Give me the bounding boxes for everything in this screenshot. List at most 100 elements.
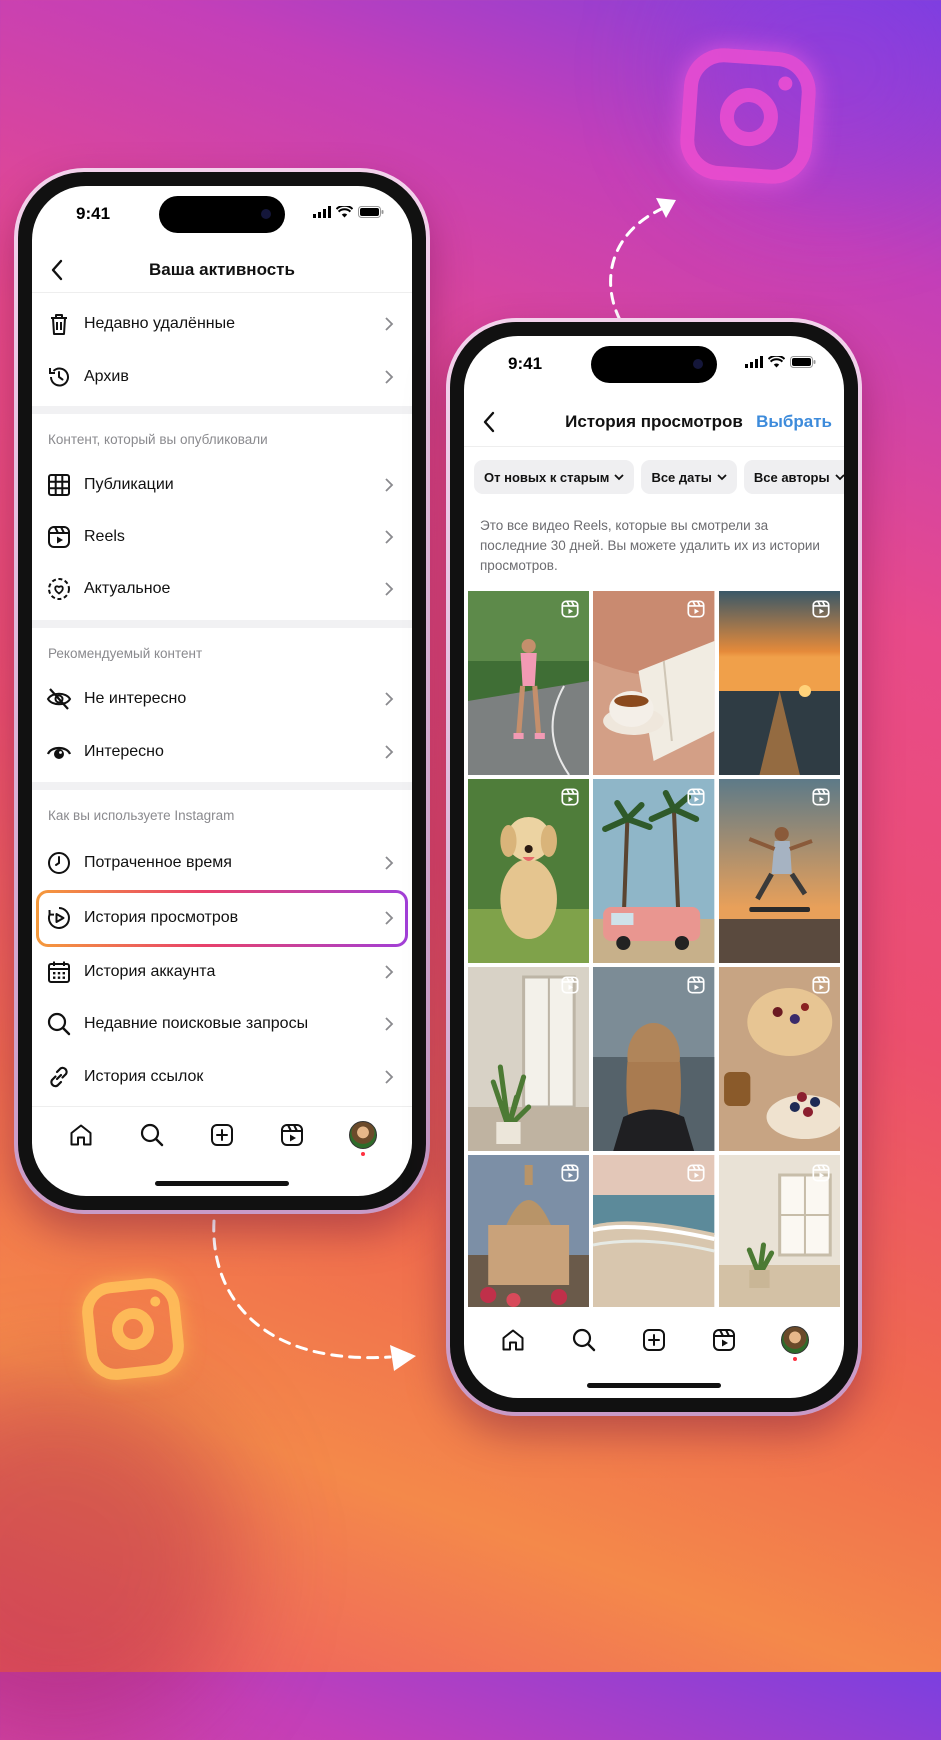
calendar-icon (48, 961, 70, 983)
chevron-right-icon (385, 856, 394, 870)
reel-thumbnail[interactable] (718, 1155, 840, 1307)
reels-icon (561, 1164, 579, 1182)
section-divider (32, 620, 412, 628)
menu-item-recent-searches[interactable]: Недавние поисковые запросы (32, 998, 412, 1050)
menu-item-link-history[interactable]: История ссылок (32, 1051, 412, 1103)
status-icons (313, 206, 384, 218)
trash-icon (51, 314, 67, 335)
status-time: 9:41 (76, 204, 111, 223)
menu-item-not-interested[interactable]: Не интересно (32, 673, 412, 725)
tab-profile[interactable] (780, 1326, 809, 1361)
reel-thumbnail[interactable] (718, 967, 840, 1151)
wifi-icon (768, 356, 785, 368)
dashed-arrow-bottom (212, 1219, 416, 1371)
author-filter-dropdown[interactable]: Все авторы (743, 460, 844, 494)
tab-create[interactable] (208, 1121, 236, 1149)
chip-label: Все даты (651, 469, 712, 485)
reels-icon (687, 788, 705, 806)
menu-item-label: Потраченное время (84, 854, 232, 871)
status-time: 9:41 (508, 354, 543, 373)
date-filter-dropdown[interactable]: Все даты (641, 460, 737, 494)
tab-reels[interactable] (710, 1326, 738, 1354)
menu-item-posts[interactable]: Публикации (32, 459, 412, 511)
reel-thumbnail[interactable] (593, 591, 715, 775)
chevron-right-icon (385, 745, 394, 759)
eye-off-icon (46, 688, 72, 710)
sort-filter-dropdown[interactable]: От новых к старым (474, 460, 635, 494)
reel-thumbnail[interactable] (718, 779, 840, 963)
menu-item-highlights[interactable]: Актуальное (32, 563, 412, 615)
tab-home[interactable] (499, 1326, 527, 1354)
dynamic-island (591, 346, 717, 383)
chevron-right-icon (385, 911, 394, 925)
chevron-right-icon (385, 370, 394, 384)
chevron-left-icon (483, 411, 495, 433)
home-indicator (587, 1383, 721, 1388)
reel-thumbnail[interactable] (468, 1155, 590, 1307)
notification-dot (792, 1357, 797, 1361)
section-divider (32, 782, 412, 790)
tab-home[interactable] (67, 1121, 95, 1149)
reel-thumbnail[interactable] (468, 591, 590, 775)
reel-thumbnail[interactable] (593, 779, 715, 963)
section-divider (32, 406, 412, 414)
dynamic-island (159, 196, 285, 233)
chevron-down-icon (834, 473, 844, 480)
back-button[interactable] (476, 409, 502, 435)
tab-reels[interactable] (278, 1121, 306, 1149)
instagram-logo-top (677, 45, 819, 187)
select-button[interactable]: Выбрать (756, 412, 832, 432)
reel-thumbnail[interactable] (468, 967, 590, 1151)
create-icon (210, 1123, 233, 1146)
reels-icon (687, 1164, 705, 1182)
reels-icon (48, 526, 70, 548)
chevron-right-icon (385, 582, 394, 596)
battery-icon (358, 206, 384, 218)
activity-header: Ваша активность (32, 247, 412, 293)
reels-icon (561, 600, 579, 618)
section-title-published: Контент, который вы опубликовали (48, 432, 268, 447)
clock-icon (48, 852, 70, 874)
menu-item-time-spent[interactable]: Потраченное время (32, 837, 412, 889)
chevron-down-icon (614, 473, 625, 480)
reel-thumbnail[interactable] (718, 591, 840, 775)
tab-profile[interactable] (348, 1120, 377, 1156)
menu-item-watch-history[interactable]: История просмотров (32, 892, 412, 944)
reels-icon (812, 1164, 830, 1182)
tab-bar (32, 1106, 412, 1162)
status-icons (745, 356, 816, 368)
reels-icon (687, 600, 705, 618)
menu-item-label: Недавние поисковые запросы (84, 1015, 309, 1032)
search-icon (572, 1328, 595, 1352)
menu-item-label: Недавно удалённые (84, 315, 236, 332)
menu-item-label: История ссылок (84, 1068, 204, 1085)
tab-search[interactable] (138, 1121, 166, 1149)
menu-item-recently-deleted[interactable]: Недавно удалённые (32, 298, 412, 350)
back-button[interactable] (44, 257, 70, 283)
create-icon (642, 1329, 665, 1351)
reel-thumbnail[interactable] (593, 967, 715, 1151)
menu-item-reels[interactable]: Reels (32, 511, 412, 563)
history-icon (49, 367, 69, 387)
highlights-icon (48, 578, 70, 600)
battery-icon (790, 356, 816, 368)
menu-item-interested[interactable]: Интересно (32, 726, 412, 778)
chevron-left-icon (51, 259, 63, 281)
tab-create[interactable] (640, 1326, 668, 1354)
section-title-recommended: Рекомендуемый контент (48, 646, 203, 661)
reels-icon (812, 600, 830, 618)
menu-item-label: История просмотров (84, 909, 239, 926)
eye-icon (46, 746, 72, 759)
dashed-arrow-top (609, 198, 676, 322)
tab-search[interactable] (570, 1326, 598, 1354)
chevron-right-icon (385, 317, 394, 331)
reel-thumbnail[interactable] (468, 779, 590, 963)
section-title-usage: Как вы используете Instagram (48, 808, 235, 823)
reel-thumbnail[interactable] (593, 1155, 715, 1307)
reels-icon (281, 1123, 304, 1146)
menu-item-account-history[interactable]: История аккаунта (32, 946, 412, 998)
chip-label: Все авторы (753, 469, 830, 485)
menu-item-label: Reels (84, 528, 125, 545)
menu-item-archive[interactable]: Архив (32, 351, 412, 403)
page-title: Ваша активность (149, 260, 295, 279)
